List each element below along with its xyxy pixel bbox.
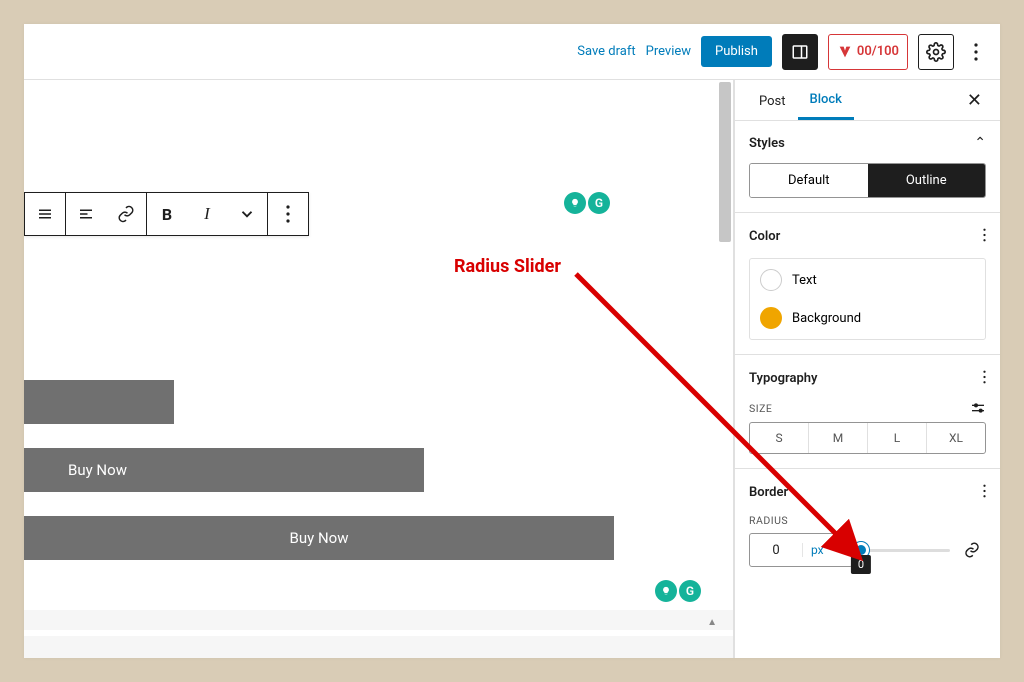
editor-topbar: Save draft Preview Publish 00/100 <box>24 24 1000 80</box>
grammarly-g-icon: G <box>679 580 701 602</box>
seo-score-value: 00/100 <box>857 44 899 59</box>
scrollbar[interactable] <box>719 82 731 242</box>
tab-block[interactable]: Block <box>798 80 854 120</box>
block-more-options-button[interactable] <box>268 193 308 235</box>
annotation-label: Radius Slider <box>454 256 561 277</box>
link-icon <box>963 541 981 559</box>
typography-section-title: Typography <box>749 371 818 386</box>
link-radii-toggle[interactable] <box>958 536 986 564</box>
more-vertical-icon <box>279 205 297 223</box>
italic-button[interactable]: I <box>187 193 227 235</box>
slider-track <box>861 549 950 552</box>
size-s-button[interactable]: S <box>750 423 809 453</box>
grammarly-bulb-icon <box>564 192 586 214</box>
slider-tooltip: 0 <box>851 555 871 574</box>
tab-post[interactable]: Post <box>747 82 798 119</box>
block-toolbar: B I <box>24 192 309 236</box>
size-l-button[interactable]: L <box>868 423 927 453</box>
top-more-options-button[interactable] <box>964 34 988 70</box>
score-icon <box>837 44 853 60</box>
size-m-button[interactable]: M <box>809 423 868 453</box>
color-section: Color Text Background <box>735 213 1000 355</box>
align-button[interactable] <box>66 193 106 235</box>
style-default-button[interactable]: Default <box>750 164 868 197</box>
metabox-divider-2 <box>24 636 733 658</box>
buy-now-button-3[interactable]: Buy Now <box>24 516 614 560</box>
grammarly-g-icon: G <box>588 192 610 214</box>
radius-label: RADIUS <box>749 514 788 527</box>
style-outline-button[interactable]: Outline <box>868 164 986 197</box>
border-options-button[interactable] <box>983 483 986 502</box>
link-icon <box>117 205 135 223</box>
publish-button[interactable]: Publish <box>701 36 772 67</box>
text-color-row[interactable]: Text <box>756 261 979 299</box>
typography-section: Typography SIZE S M L XL <box>735 355 1000 469</box>
preview-link[interactable]: Preview <box>646 44 691 59</box>
settings-sidebar: Post Block ✕ Styles Default Outline <box>734 80 1000 658</box>
save-draft-link[interactable]: Save draft <box>577 44 635 59</box>
gear-icon <box>926 42 946 62</box>
close-icon: ✕ <box>967 90 982 111</box>
buy-now-button-1[interactable] <box>24 380 174 424</box>
sliders-icon[interactable] <box>970 400 986 416</box>
more-rich-text-button[interactable] <box>227 193 267 235</box>
size-label: SIZE <box>749 402 772 415</box>
collapse-caret-icon[interactable]: ▲ <box>707 617 717 628</box>
justify-icon <box>36 205 54 223</box>
editor-canvas[interactable]: B I G Buy <box>24 80 734 658</box>
settings-gear-button[interactable] <box>918 34 954 70</box>
more-vertical-icon <box>983 228 986 242</box>
text-color-label: Text <box>792 273 817 288</box>
text-color-swatch <box>760 269 782 291</box>
background-color-label: Background <box>792 311 861 326</box>
buy-now-button-2[interactable]: Buy Now <box>24 448 424 492</box>
link-button[interactable] <box>106 193 146 235</box>
buttons-block: Buy Now Buy Now <box>24 380 693 560</box>
size-xl-button[interactable]: XL <box>927 423 985 453</box>
metabox-divider <box>24 610 733 630</box>
sidebar-icon <box>791 43 809 61</box>
close-sidebar-button[interactable]: ✕ <box>961 86 988 115</box>
chevron-down-icon <box>238 205 256 223</box>
radius-input[interactable] <box>750 543 802 558</box>
color-section-title: Color <box>749 229 780 244</box>
size-selector: S M L XL <box>749 422 986 454</box>
chevron-up-icon[interactable] <box>974 135 986 151</box>
typography-options-button[interactable] <box>983 369 986 388</box>
block-type-button[interactable] <box>25 193 65 235</box>
grammarly-widget[interactable]: G <box>564 192 610 214</box>
radius-unit-select[interactable]: px <box>802 543 832 557</box>
sidebar-tabs: Post Block ✕ <box>735 80 1000 121</box>
bold-button[interactable]: B <box>147 193 187 235</box>
more-vertical-icon <box>983 370 986 384</box>
background-color-row[interactable]: Background <box>756 299 979 337</box>
align-left-icon <box>77 205 95 223</box>
border-section: Border RADIUS px 0 <box>735 469 1000 581</box>
background-color-swatch <box>760 307 782 329</box>
more-vertical-icon <box>974 43 978 61</box>
grammarly-widget-2[interactable]: G <box>655 580 701 602</box>
seo-score-box[interactable]: 00/100 <box>828 34 908 70</box>
radius-input-wrap: px <box>749 533 853 567</box>
styles-section-title: Styles <box>749 136 785 151</box>
color-options-button[interactable] <box>983 227 986 246</box>
settings-panel-toggle-button[interactable] <box>782 34 818 70</box>
border-section-title: Border <box>749 485 788 500</box>
more-vertical-icon <box>983 484 986 498</box>
styles-section: Styles Default Outline <box>735 121 1000 213</box>
grammarly-bulb-icon <box>655 580 677 602</box>
radius-slider[interactable]: 0 <box>861 533 950 567</box>
